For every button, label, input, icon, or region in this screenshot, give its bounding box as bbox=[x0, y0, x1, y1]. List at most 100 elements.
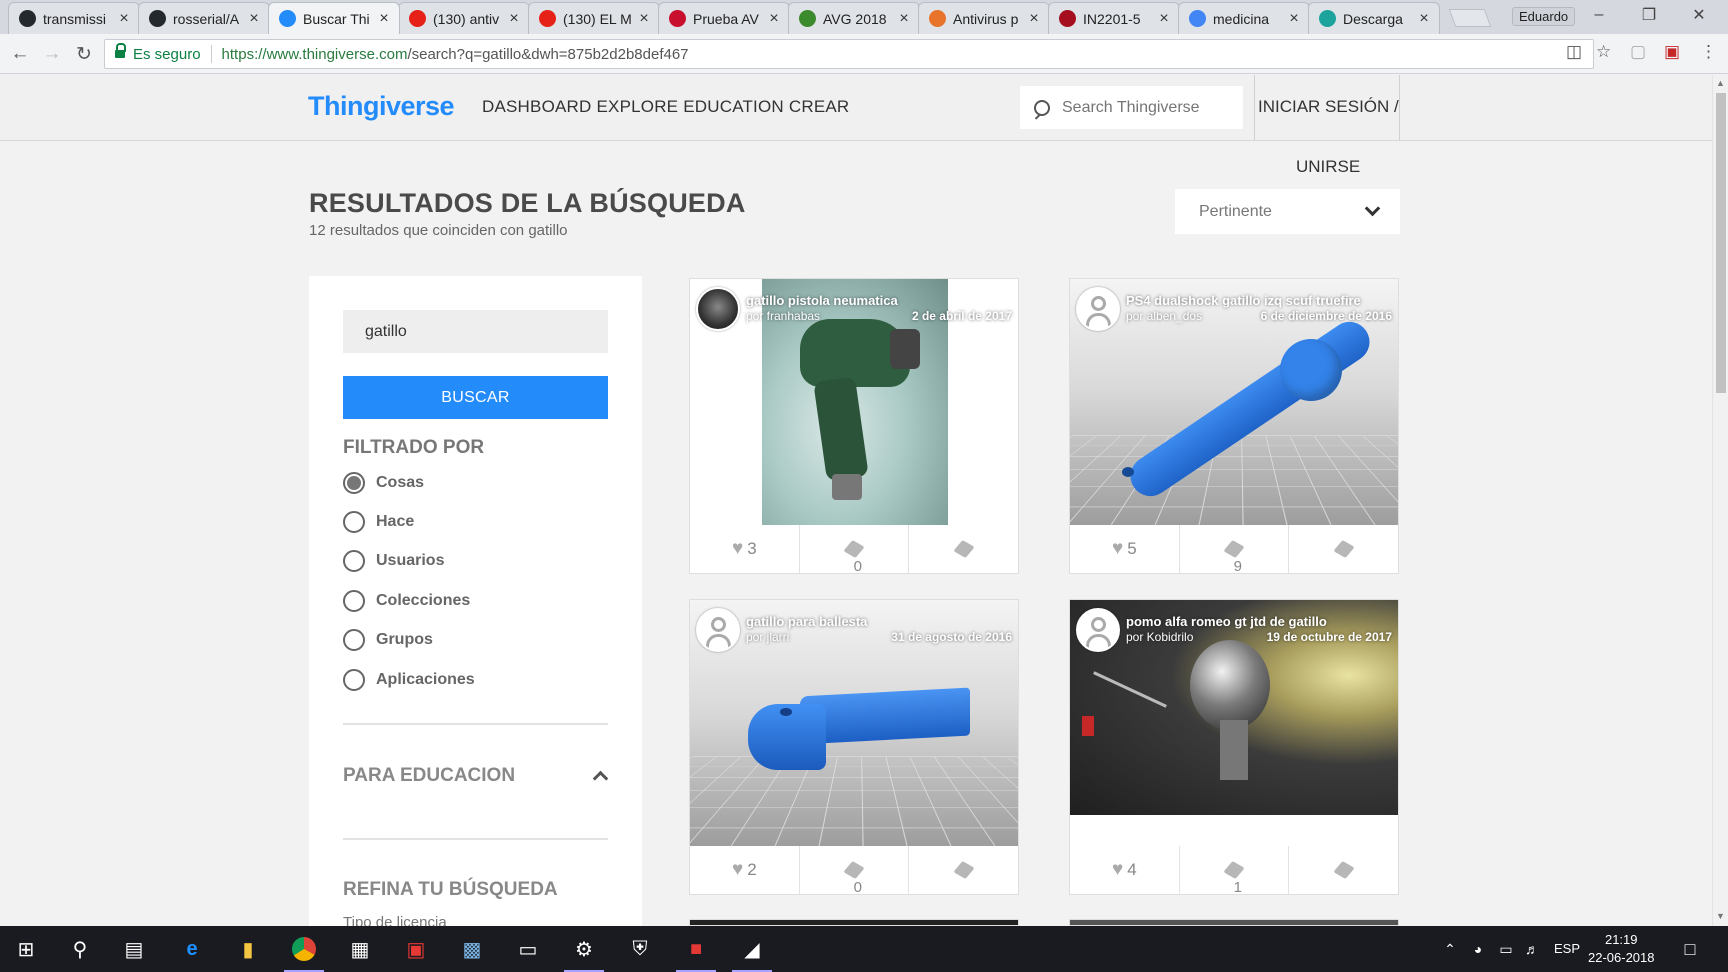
query-input[interactable] bbox=[343, 310, 608, 353]
avatar[interactable] bbox=[1076, 608, 1120, 652]
browser-tab[interactable]: IN2201-5 × bbox=[1048, 2, 1180, 34]
task-view-icon[interactable]: ▤ bbox=[120, 935, 148, 963]
minimize-icon[interactable]: – bbox=[1576, 0, 1622, 30]
browser-tab[interactable]: rosserial/A × bbox=[138, 2, 270, 34]
profile-name[interactable]: Eduardo bbox=[1512, 7, 1576, 26]
result-card[interactable]: pomo alfa romeo gt jtd de gatillo por Ko… bbox=[1069, 599, 1399, 895]
login-link[interactable]: INICIAR SESIÓN / bbox=[1258, 97, 1399, 117]
browser-tab[interactable]: Antivirus p × bbox=[918, 2, 1050, 34]
app-icon[interactable]: ◢ bbox=[738, 935, 766, 963]
close-icon[interactable]: × bbox=[377, 10, 391, 28]
chevron-up-icon[interactable] bbox=[592, 770, 609, 787]
make-button[interactable] bbox=[1289, 846, 1398, 894]
filter-option[interactable]: Aplicaciones bbox=[343, 669, 475, 691]
filter-option[interactable]: Hace bbox=[343, 511, 414, 533]
site-search[interactable] bbox=[1020, 86, 1243, 129]
card-thumbnail[interactable]: gatillo para ballesta por jlarri 31 de a… bbox=[690, 600, 1018, 846]
card-author[interactable]: por alben_dos bbox=[1126, 309, 1202, 323]
close-window-icon[interactable]: ✕ bbox=[1676, 0, 1722, 30]
collect-button[interactable]: 0 bbox=[800, 846, 910, 894]
gift-icon[interactable]: ▣ bbox=[402, 935, 430, 963]
site-search-input[interactable] bbox=[1062, 98, 1232, 117]
close-icon[interactable]: × bbox=[897, 10, 911, 28]
thingiverse-logo[interactable]: Thingiverse bbox=[308, 91, 455, 122]
file-explorer-icon[interactable]: ▮ bbox=[234, 935, 262, 963]
search-icon[interactable]: ⚲ bbox=[66, 935, 94, 963]
browser-tab[interactable]: Descarga × bbox=[1308, 2, 1440, 34]
new-tab-button[interactable] bbox=[1448, 9, 1492, 27]
pocket-extension-icon[interactable]: ▣ bbox=[1664, 42, 1680, 62]
close-icon[interactable]: × bbox=[1157, 10, 1171, 28]
card-title[interactable]: gatillo para ballesta bbox=[746, 614, 867, 629]
collect-button[interactable]: 9 bbox=[1180, 525, 1290, 573]
make-button[interactable] bbox=[909, 525, 1018, 573]
close-icon[interactable]: × bbox=[1287, 10, 1301, 28]
browser-tab[interactable]: Prueba AV × bbox=[658, 2, 790, 34]
result-card[interactable] bbox=[1069, 919, 1399, 926]
nav-explore[interactable]: EXPLORE bbox=[597, 97, 679, 117]
close-icon[interactable]: × bbox=[767, 10, 781, 28]
close-icon[interactable]: × bbox=[1027, 10, 1041, 28]
like-button[interactable]: ♥ 2 bbox=[690, 846, 800, 894]
close-icon[interactable]: × bbox=[117, 10, 131, 28]
like-button[interactable]: ♥ 4 bbox=[1070, 846, 1180, 894]
radio-button[interactable] bbox=[343, 629, 365, 651]
filter-option[interactable]: Colecciones bbox=[343, 590, 470, 612]
nav-dashboard[interactable]: DASHBOARD bbox=[482, 97, 592, 117]
scroll-thumb[interactable] bbox=[1716, 93, 1726, 393]
collect-button[interactable]: 0 bbox=[800, 525, 910, 573]
clock[interactable]: 21:19 22-06-2018 bbox=[1588, 931, 1655, 967]
avatar[interactable] bbox=[696, 287, 740, 331]
address-bar[interactable]: Es seguro https://www.thingiverse.com/se… bbox=[104, 39, 1594, 69]
close-icon[interactable]: × bbox=[507, 10, 521, 28]
avatar[interactable] bbox=[1076, 287, 1120, 331]
result-card[interactable]: gatillo pistola neumatica por franhabas … bbox=[689, 278, 1019, 574]
back-icon[interactable]: ← bbox=[8, 42, 32, 66]
language-indicator[interactable]: ESP bbox=[1554, 941, 1580, 956]
radio-button[interactable] bbox=[343, 472, 365, 494]
forward-icon[interactable]: → bbox=[40, 42, 64, 66]
card-title[interactable]: PS4 dualshock gatillo izq scuf truefire bbox=[1126, 293, 1361, 308]
card-author[interactable]: por franhabas bbox=[746, 309, 820, 323]
search-button[interactable]: BUSCAR bbox=[343, 376, 608, 419]
windows-start-icon[interactable]: ⊞ bbox=[12, 935, 40, 963]
scroll-up-icon[interactable]: ▲ bbox=[1716, 78, 1725, 88]
like-button[interactable]: ♥ 3 bbox=[690, 525, 800, 573]
result-card[interactable] bbox=[689, 919, 1019, 926]
result-card[interactable]: gatillo para ballesta por jlarri 31 de a… bbox=[689, 599, 1019, 895]
avatar[interactable] bbox=[696, 608, 740, 652]
nav-education[interactable]: EDUCATION bbox=[683, 97, 784, 117]
filter-option[interactable]: Usuarios bbox=[343, 550, 444, 572]
browser-tab[interactable]: Buscar Thi × bbox=[268, 2, 400, 34]
sort-dropdown[interactable]: Pertinente bbox=[1175, 189, 1400, 234]
education-heading[interactable]: PARA EDUCACION bbox=[343, 765, 515, 787]
join-link[interactable]: UNIRSE bbox=[1296, 157, 1360, 177]
card-author[interactable]: por Kobidrilo bbox=[1126, 630, 1193, 644]
translate-icon[interactable]: ◫ bbox=[1566, 42, 1582, 62]
filter-option[interactable]: Cosas bbox=[343, 472, 424, 494]
like-button[interactable]: ♥ 5 bbox=[1070, 525, 1180, 573]
url-text[interactable]: https://www.thingiverse.com/search?q=gat… bbox=[222, 46, 689, 63]
notifications-icon[interactable]: □ bbox=[1676, 935, 1704, 963]
scroll-down-icon[interactable]: ▼ bbox=[1716, 911, 1725, 921]
security-icon[interactable]: ⛨ bbox=[626, 935, 654, 963]
scrollbar[interactable]: ▲ ▼ bbox=[1712, 75, 1728, 926]
browser-tab[interactable]: (130) EL M × bbox=[528, 2, 660, 34]
card-thumbnail[interactable]: pomo alfa romeo gt jtd de gatillo por Ko… bbox=[1070, 600, 1398, 846]
radio-button[interactable] bbox=[343, 511, 365, 533]
make-button[interactable] bbox=[909, 846, 1018, 894]
restore-icon[interactable]: ❐ bbox=[1626, 0, 1672, 30]
radio-button[interactable] bbox=[343, 550, 365, 572]
card-title[interactable]: gatillo pistola neumatica bbox=[746, 293, 898, 308]
reload-icon[interactable]: ↻ bbox=[72, 42, 96, 66]
card-thumbnail[interactable]: gatillo pistola neumatica por franhabas … bbox=[690, 279, 1018, 525]
card-thumbnail[interactable]: PS4 dualshock gatillo izq scuf truefire … bbox=[1070, 279, 1398, 525]
acrobat-extension-icon[interactable]: ▢ bbox=[1630, 42, 1646, 62]
browser-tab[interactable]: (130) antiv × bbox=[398, 2, 530, 34]
photos-icon[interactable]: ▩ bbox=[458, 935, 486, 963]
settings-icon[interactable]: ⚙ bbox=[570, 935, 598, 963]
edge-icon[interactable]: e bbox=[178, 935, 206, 963]
browser-tab[interactable]: AVG 2018 × bbox=[788, 2, 920, 34]
terminal-icon[interactable]: ▭ bbox=[514, 935, 542, 963]
browser-tab[interactable]: medicina × bbox=[1178, 2, 1310, 34]
